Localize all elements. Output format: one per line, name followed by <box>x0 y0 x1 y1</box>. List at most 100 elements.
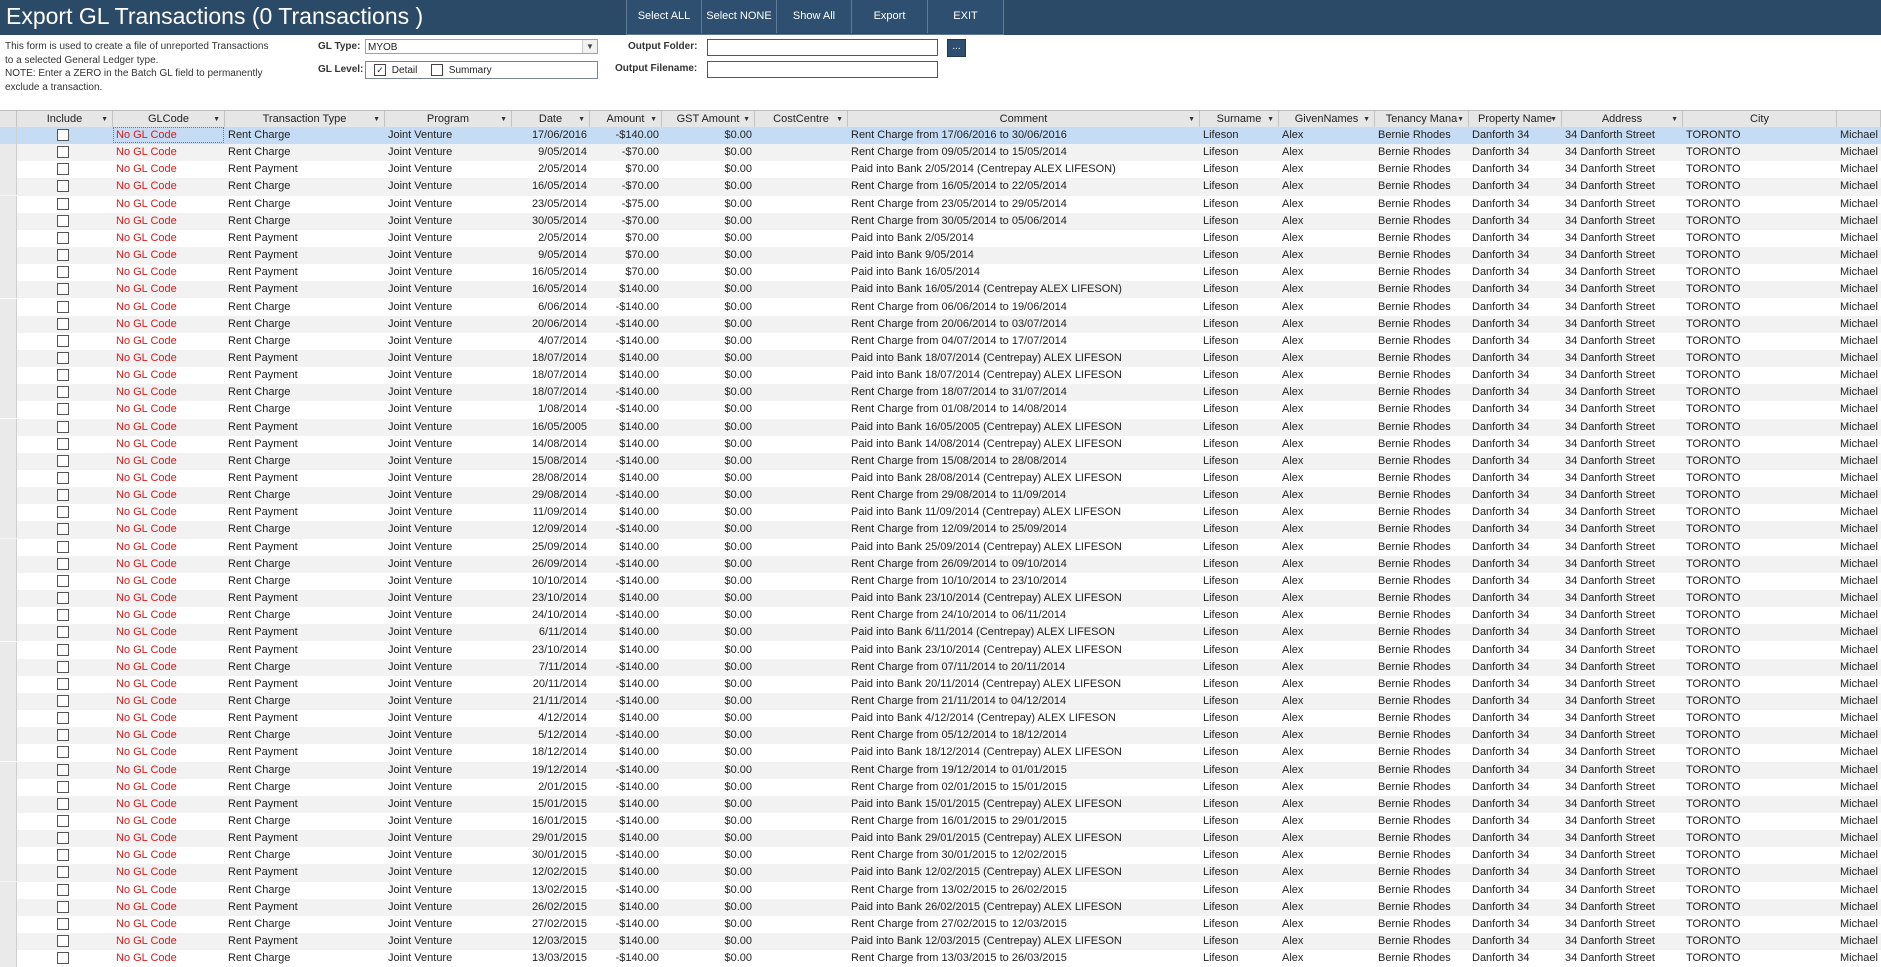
glcode-cell[interactable]: No GL Code <box>113 247 225 264</box>
gst-amount-cell[interactable]: $0.00 <box>662 367 755 384</box>
next-column-cell[interactable]: Michael <box>1837 487 1881 504</box>
comment-cell[interactable]: Rent Charge from 30/05/2014 to 05/06/201… <box>848 213 1200 230</box>
surname-cell[interactable]: Lifeson <box>1200 762 1279 779</box>
next-column-cell[interactable]: Michael <box>1837 556 1881 573</box>
date-cell[interactable]: 26/02/2015 <box>512 899 590 916</box>
comment-cell[interactable]: Rent Charge from 05/12/2014 to 18/12/201… <box>848 727 1200 744</box>
transaction-type-cell[interactable]: Rent Payment <box>225 830 385 847</box>
property-name-cell[interactable]: Danforth 34 <box>1469 624 1562 641</box>
comment-cell[interactable]: Paid into Bank 23/10/2014 (Centrepay) AL… <box>848 642 1200 659</box>
surname-cell[interactable]: Lifeson <box>1200 590 1279 607</box>
include-checkbox[interactable] <box>57 677 69 690</box>
summary-checkbox[interactable] <box>431 64 443 76</box>
comment-cell[interactable]: Paid into Bank 15/01/2015 (Centrepay) AL… <box>848 796 1200 813</box>
include-checkbox[interactable] <box>57 300 69 313</box>
given-names-cell[interactable]: Alex <box>1279 624 1375 641</box>
include-checkbox[interactable] <box>57 197 69 210</box>
row-selector[interactable] <box>0 590 17 608</box>
amount-cell[interactable]: -$70.00 <box>590 178 662 195</box>
date-cell[interactable]: 28/08/2014 <box>512 470 590 487</box>
row-selector[interactable] <box>0 178 17 196</box>
city-cell[interactable]: TORONTO <box>1683 676 1837 693</box>
city-cell[interactable]: TORONTO <box>1683 504 1837 521</box>
row-selector[interactable] <box>0 950 17 967</box>
city-cell[interactable]: TORONTO <box>1683 196 1837 213</box>
table-row[interactable]: No GL Code Rent Payment Joint Venture 2/05/… <box>0 161 1881 179</box>
program-cell[interactable]: Joint Venture <box>385 419 512 436</box>
table-row[interactable]: No GL Code Rent Payment Joint Venture 18/07… <box>0 367 1881 385</box>
row-selector[interactable] <box>0 847 17 865</box>
city-cell[interactable]: TORONTO <box>1683 573 1837 590</box>
next-column-cell[interactable]: Michael <box>1837 384 1881 401</box>
amount-cell[interactable]: -$140.00 <box>590 573 662 590</box>
surname-cell[interactable]: Lifeson <box>1200 419 1279 436</box>
cost-centre-cell[interactable] <box>755 127 848 144</box>
property-name-cell[interactable]: Danforth 34 <box>1469 178 1562 195</box>
include-checkbox[interactable] <box>57 729 69 742</box>
gst-amount-cell[interactable]: $0.00 <box>662 899 755 916</box>
surname-cell[interactable]: Lifeson <box>1200 830 1279 847</box>
amount-cell[interactable]: -$140.00 <box>590 333 662 350</box>
transaction-type-cell[interactable]: Rent Charge <box>225 607 385 624</box>
address-cell[interactable]: 34 Danforth Street <box>1562 281 1683 298</box>
surname-cell[interactable]: Lifeson <box>1200 847 1279 864</box>
table-row[interactable]: No GL Code Rent Payment Joint Venture 14/08… <box>0 435 1881 453</box>
city-cell[interactable]: TORONTO <box>1683 796 1837 813</box>
table-row[interactable]: No GL Code Rent Payment Joint Venture 25/09… <box>0 538 1881 556</box>
program-cell[interactable]: Joint Venture <box>385 144 512 161</box>
surname-cell[interactable]: Lifeson <box>1200 470 1279 487</box>
include-checkbox[interactable] <box>57 472 69 484</box>
table-row[interactable]: No GL Code Rent Charge Joint Venture 30/05/… <box>0 212 1881 230</box>
gst-amount-cell[interactable]: $0.00 <box>662 196 755 213</box>
include-checkbox[interactable] <box>57 712 69 725</box>
program-cell[interactable]: Joint Venture <box>385 642 512 659</box>
property-name-cell[interactable]: Danforth 34 <box>1469 813 1562 830</box>
next-column-cell[interactable]: Michael <box>1837 762 1881 779</box>
table-row[interactable]: No GL Code Rent Payment Joint Venture 12/02… <box>0 864 1881 882</box>
comment-cell[interactable]: Paid into Bank 16/05/2014 (Centrepay ALE… <box>848 281 1200 298</box>
comment-cell[interactable]: Paid into Bank 16/05/2014 <box>848 264 1200 281</box>
city-cell[interactable]: TORONTO <box>1683 950 1837 967</box>
table-row[interactable]: No GL Code Rent Payment Joint Venture 28/08… <box>0 470 1881 487</box>
tenancy-manager-cell[interactable]: Bernie Rhodes <box>1375 350 1469 367</box>
comment-cell[interactable]: Rent Charge from 15/08/2014 to 28/08/201… <box>848 453 1200 470</box>
surname-cell[interactable]: Lifeson <box>1200 676 1279 693</box>
row-selector[interactable] <box>0 281 17 299</box>
table-row[interactable]: No GL Code Rent Payment Joint Venture 6/11/… <box>0 624 1881 642</box>
program-cell[interactable]: Joint Venture <box>385 384 512 401</box>
city-cell[interactable]: TORONTO <box>1683 161 1837 178</box>
comment-cell[interactable]: Paid into Bank 6/11/2014 (Centrepay) ALE… <box>848 624 1200 641</box>
program-cell[interactable]: Joint Venture <box>385 213 512 230</box>
date-cell[interactable]: 6/06/2014 <box>512 299 590 316</box>
transaction-type-cell[interactable]: Rent Payment <box>225 676 385 693</box>
city-cell[interactable]: TORONTO <box>1683 933 1837 950</box>
date-cell[interactable]: 18/12/2014 <box>512 744 590 761</box>
given-names-cell[interactable]: Alex <box>1279 830 1375 847</box>
amount-cell[interactable]: -$140.00 <box>590 556 662 573</box>
row-selector[interactable] <box>0 247 17 265</box>
city-cell[interactable]: TORONTO <box>1683 813 1837 830</box>
include-checkbox[interactable] <box>57 574 69 587</box>
gst-amount-cell[interactable]: $0.00 <box>662 504 755 521</box>
city-cell[interactable]: TORONTO <box>1683 779 1837 796</box>
include-checkbox[interactable] <box>57 283 69 296</box>
table-row[interactable]: No GL Code Rent Charge Joint Venture 26/09/… <box>0 555 1881 573</box>
exit-button[interactable]: EXIT <box>928 0 1003 33</box>
transaction-type-cell[interactable]: Rent Payment <box>225 933 385 950</box>
address-cell[interactable]: 34 Danforth Street <box>1562 419 1683 436</box>
amount-cell[interactable]: -$140.00 <box>590 916 662 933</box>
amount-cell[interactable]: -$140.00 <box>590 882 662 899</box>
glcode-cell[interactable]: No GL Code <box>113 539 225 556</box>
transaction-type-cell[interactable]: Rent Payment <box>225 744 385 761</box>
city-cell[interactable]: TORONTO <box>1683 281 1837 298</box>
glcode-cell[interactable]: No GL Code <box>113 642 225 659</box>
given-names-cell[interactable]: Alex <box>1279 504 1375 521</box>
row-selector[interactable] <box>0 830 17 848</box>
surname-cell[interactable]: Lifeson <box>1200 264 1279 281</box>
date-cell[interactable]: 30/05/2014 <box>512 213 590 230</box>
date-cell[interactable]: 12/03/2015 <box>512 933 590 950</box>
gst-amount-cell[interactable]: $0.00 <box>662 230 755 247</box>
amount-cell[interactable]: -$140.00 <box>590 727 662 744</box>
address-cell[interactable]: 34 Danforth Street <box>1562 676 1683 693</box>
given-names-cell[interactable]: Alex <box>1279 521 1375 538</box>
